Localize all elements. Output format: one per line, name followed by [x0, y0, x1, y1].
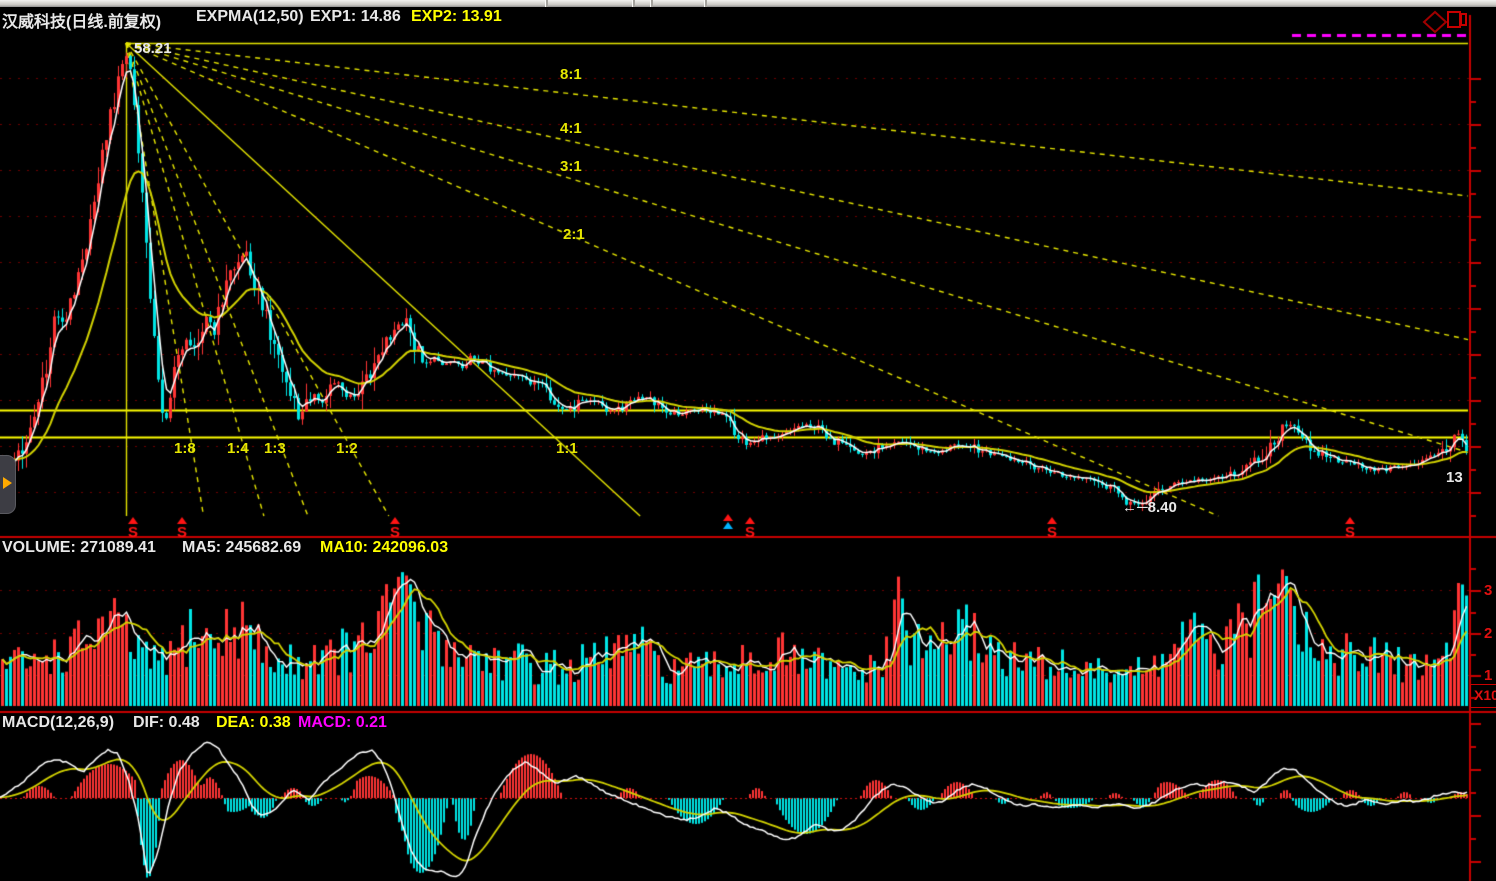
- gann-ratio-label: 1:1: [556, 440, 578, 457]
- diamond-tool-icon[interactable]: [1422, 10, 1448, 39]
- volume-ma5: MA5: 245682.69: [182, 539, 301, 557]
- volume-axis-tick-label: 2: [1484, 625, 1492, 642]
- gann-ratio-label: 1:2: [336, 440, 358, 457]
- macd-dif: DIF: 0.48: [133, 714, 200, 732]
- gann-ratio-label: 3:1: [560, 158, 582, 175]
- macd-value: MACD: 0.21: [298, 714, 387, 732]
- volume-axis-tick-label: 3: [1484, 582, 1492, 599]
- gann-ratio-label: 2:1: [563, 226, 585, 243]
- macd-title: MACD(12,26,9): [2, 714, 114, 732]
- toolbar-separator: [545, 0, 548, 7]
- window-restore-icon[interactable]: [1447, 11, 1469, 36]
- gann-ratio-label: 1:4: [227, 440, 249, 457]
- toolbar-separator: [632, 0, 635, 7]
- high-price-label: 58.21: [134, 40, 172, 57]
- volume-multiplier-badge: X10: [1470, 684, 1496, 708]
- chart-canvas[interactable]: [0, 0, 1496, 881]
- gann-ratio-label: 8:1: [560, 66, 582, 83]
- volume-axis-tick-label: 1: [1484, 667, 1492, 684]
- toolbar-separator: [650, 0, 653, 7]
- toolbar-strip: [0, 0, 1496, 7]
- gann-ratio-label: 4:1: [560, 120, 582, 137]
- gann-ratio-label: 1:3: [264, 440, 286, 457]
- gann-ratio-label: 1:8: [174, 440, 196, 457]
- last-price-label: 13: [1446, 469, 1463, 486]
- expand-arrow-icon: [3, 477, 12, 489]
- symbol-title: 汉威科技(日线.前复权): [2, 8, 161, 32]
- app-screen: 汉威科技(日线.前复权) EXPMA(12,50) EXP1: 14.86 EX…: [0, 0, 1496, 881]
- exp2-value: EXP2: 13.91: [411, 8, 502, 26]
- low-price-label: ←─8.40: [1122, 499, 1177, 516]
- volume-ma10: MA10: 242096.03: [320, 539, 448, 557]
- toolbar-separator: [704, 0, 707, 7]
- panel-expand-handle[interactable]: [0, 455, 16, 514]
- exp1-value: EXP1: 14.86: [310, 8, 401, 26]
- volume-value: VOLUME: 271089.41: [2, 539, 156, 557]
- indicator-label: EXPMA(12,50): [196, 8, 304, 26]
- macd-dea: DEA: 0.38: [216, 714, 291, 732]
